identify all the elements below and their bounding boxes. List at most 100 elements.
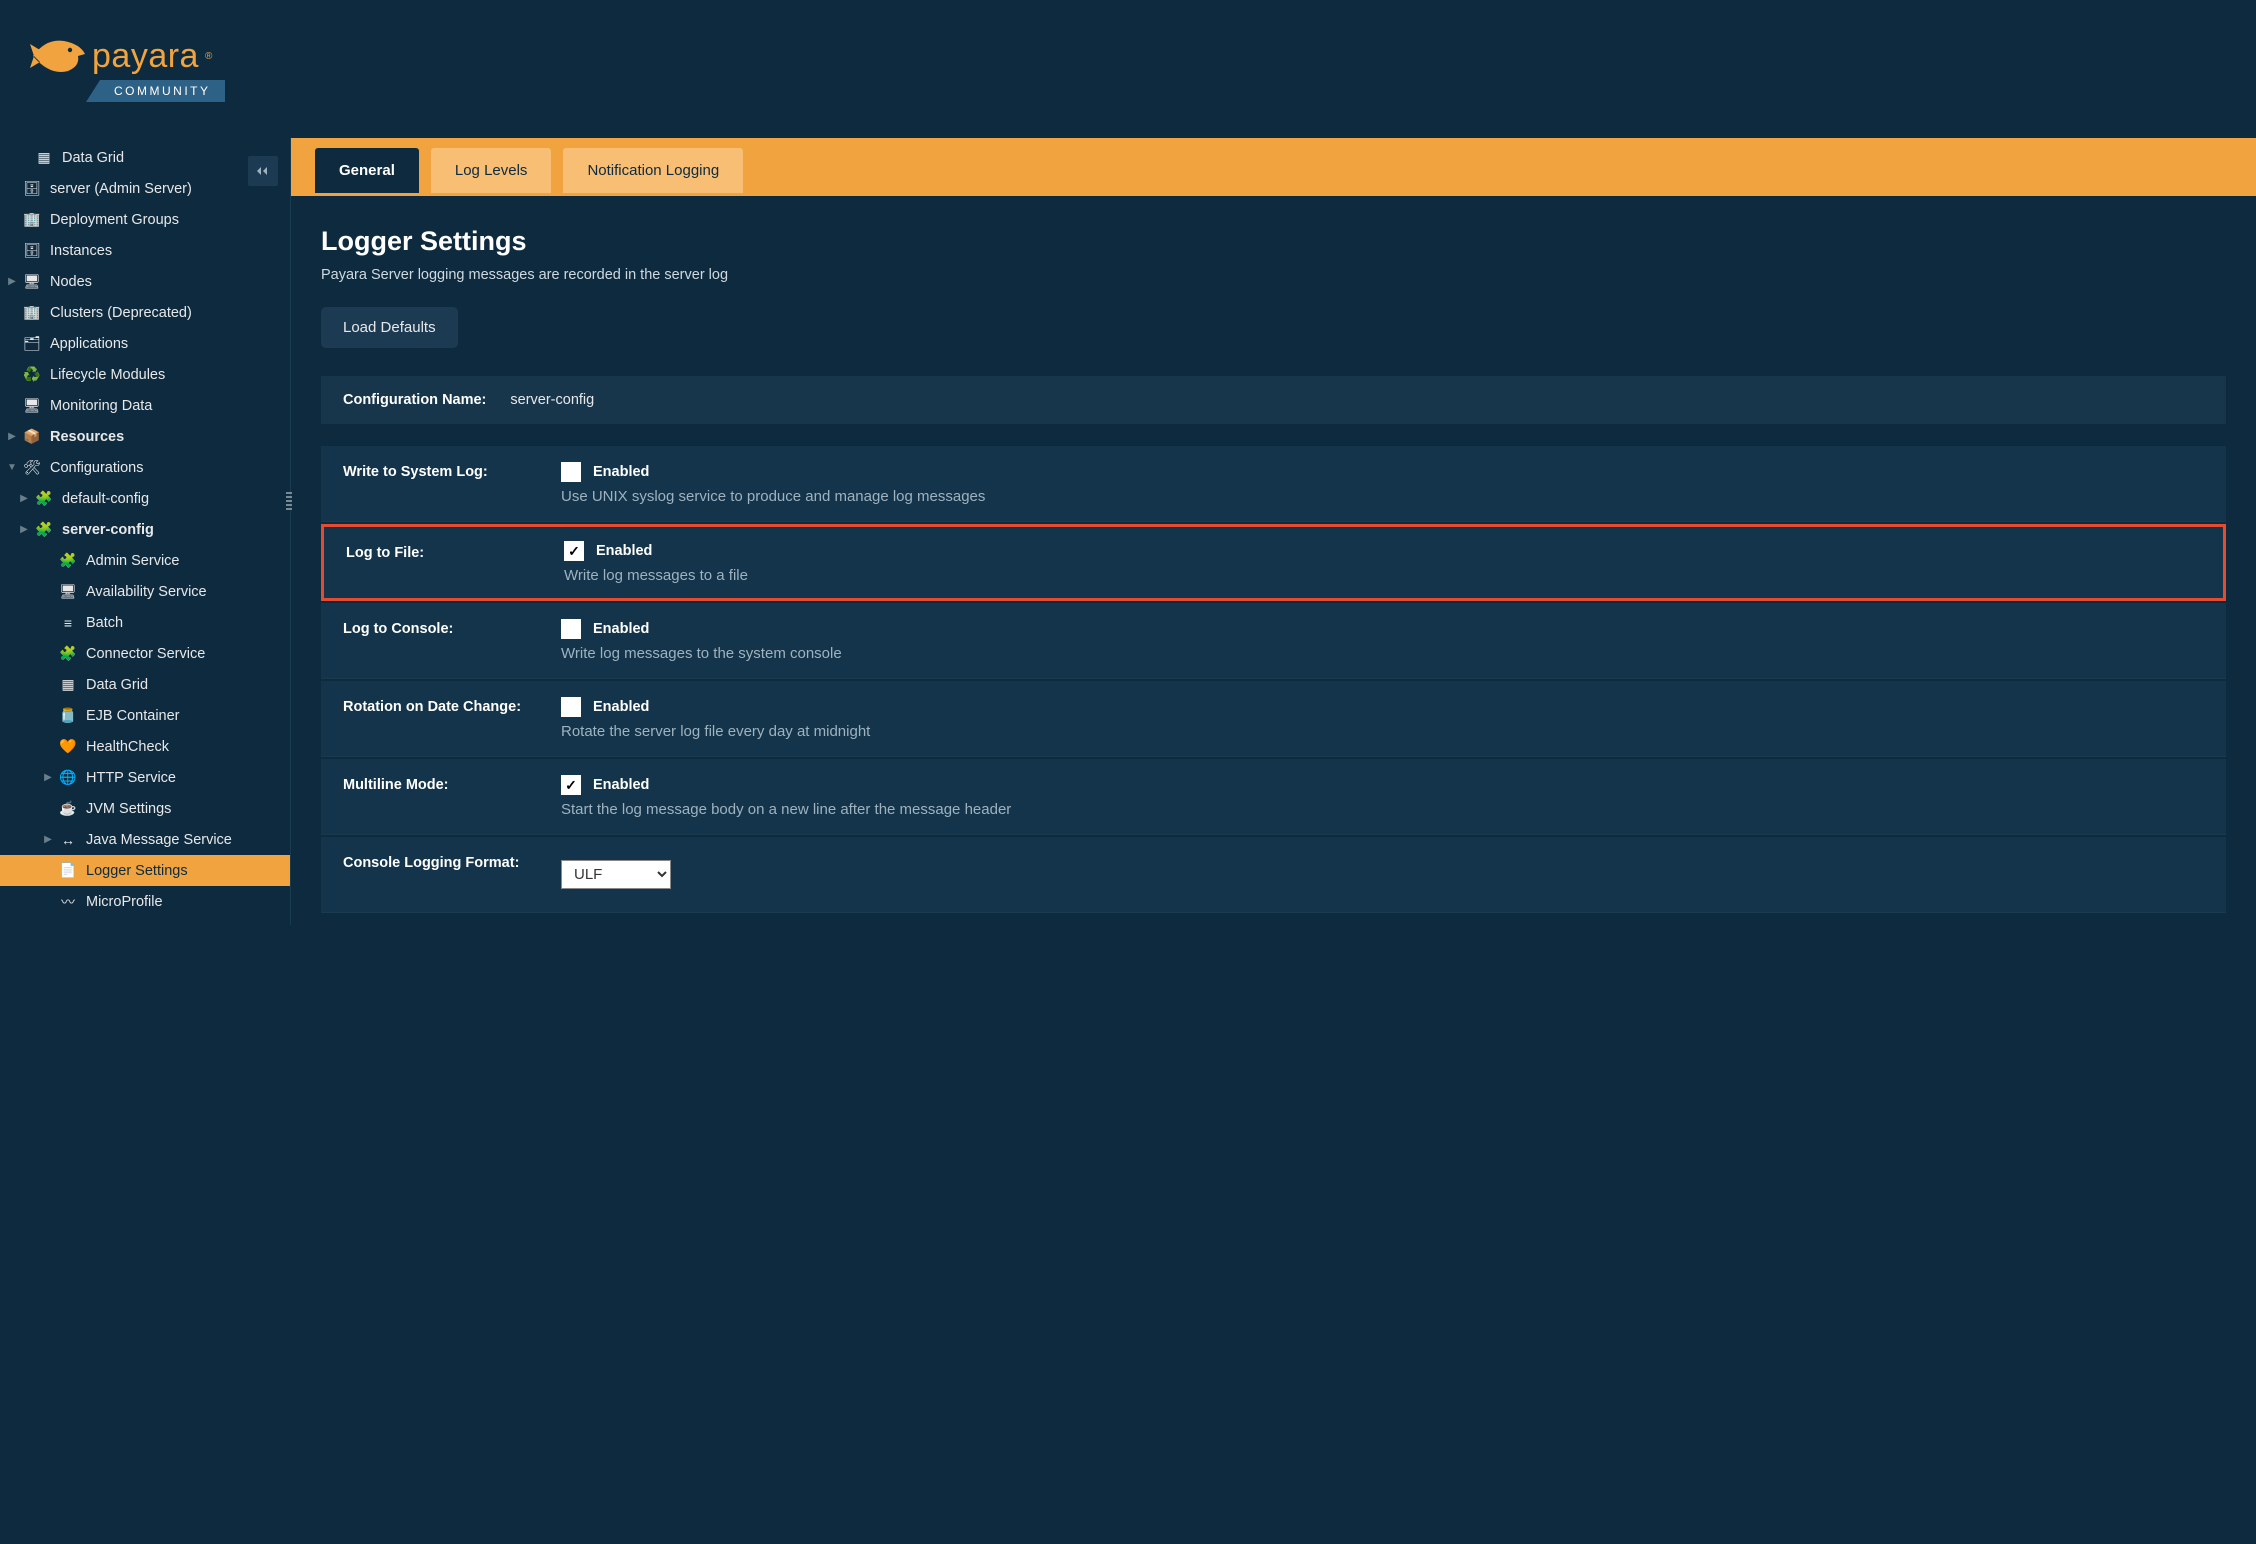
enabled-label: Enabled	[596, 543, 652, 559]
sidebar-item-default-config[interactable]: ▶ 🧩 default-config	[0, 483, 290, 514]
sidebar-item-availability-service[interactable]: 🖥 Availability Service	[0, 576, 290, 607]
setting-row-multiline-mode-: Multiline Mode:✓EnabledStart the log mes…	[321, 759, 2226, 835]
setting-description: Start the log message body on a new line…	[561, 801, 2216, 818]
sidebar-item-label: HealthCheck	[86, 739, 169, 755]
sidebar-item-deployment-groups[interactable]: 🏢Deployment Groups	[0, 204, 290, 235]
tree-node-icon: 🧩	[34, 490, 54, 507]
sidebar-item-label: Nodes	[50, 274, 92, 290]
tree-node-icon: 〰	[58, 892, 78, 912]
page-title: Logger Settings	[321, 226, 2226, 257]
sidebar-item-server-config[interactable]: ▶🧩server-config	[0, 514, 290, 545]
sidebar-item-label: Admin Service	[86, 553, 179, 569]
sidebar-item-jvm-settings[interactable]: ☕JVM Settings	[0, 793, 290, 824]
tree-arrow-icon: ▶	[42, 772, 54, 783]
sidebar-item-monitoring-data[interactable]: 🖥Monitoring Data	[0, 390, 290, 421]
sidebar-item-http-service[interactable]: ▶🌐HTTP Service	[0, 762, 290, 793]
sidebar-item-connector-service[interactable]: 🧩Connector Service	[0, 638, 290, 669]
sidebar-item-ejb-container[interactable]: 🫙EJB Container	[0, 700, 290, 731]
tree-arrow-icon: ▶	[42, 834, 54, 845]
tree-arrow-icon: ▼	[6, 462, 18, 473]
sidebar-item-instances[interactable]: 🗄Instances	[0, 235, 290, 266]
load-defaults-button[interactable]: Load Defaults	[321, 307, 458, 348]
sidebar-item-label: server (Admin Server)	[50, 181, 192, 197]
tab-notification-logging[interactable]: Notification Logging	[563, 148, 743, 193]
sidebar-item-server-admin-server-[interactable]: 🗄server (Admin Server)	[0, 173, 290, 204]
console-logging-format-select[interactable]: ULF	[561, 860, 671, 889]
tree-node-icon: 📦	[22, 428, 42, 445]
setting-row-log-to-console-: Log to Console: Enabled Write log messages…	[321, 603, 2226, 679]
sidebar-item-lifecycle-modules[interactable]: ♻️Lifecycle Modules	[0, 359, 290, 390]
sidebar-item-label: Batch	[86, 615, 123, 631]
enabled-label: Enabled	[593, 621, 649, 637]
enabled-label: Enabled	[593, 777, 649, 793]
tab-log-levels[interactable]: Log Levels	[431, 148, 552, 193]
config-name-value: server-config	[510, 392, 594, 408]
sidebar-item-data-grid[interactable]: ▦ Data Grid	[0, 142, 290, 173]
sidebar-item-batch[interactable]: ≡ Batch	[0, 607, 290, 638]
setting-value: EnabledRotate the server log file every …	[551, 681, 2226, 756]
sidebar-item-label: MicroProfile	[86, 894, 163, 910]
sidebar-item-healthcheck[interactable]: 🧡 HealthCheck	[0, 731, 290, 762]
setting-label: Log to Console:	[321, 603, 551, 678]
sidebar-item-logger-settings[interactable]: 📄Logger Settings	[0, 855, 290, 886]
checkbox[interactable]	[561, 697, 581, 717]
tab-general[interactable]: General	[315, 148, 419, 193]
enabled-label: Enabled	[593, 464, 649, 480]
checkbox[interactable]	[561, 619, 581, 639]
sidebar-item-label: Availability Service	[86, 584, 207, 600]
sidebar-item-microprofile[interactable]: 〰 MicroProfile	[0, 886, 290, 917]
tree-node-icon: 🖥	[58, 583, 78, 600]
setting-label: Write to System Log:	[321, 446, 551, 521]
sidebar-item-clusters-deprecated-[interactable]: 🏢Clusters (Deprecated)	[0, 297, 290, 328]
fish-icon	[30, 36, 86, 76]
tree-node-icon: ↔	[58, 832, 78, 848]
setting-row-write-to-system-log-: Write to System Log:EnabledUse UNIX sysl…	[321, 446, 2226, 522]
sidebar-item-label: Applications	[50, 336, 128, 352]
tree-node-icon: 🧡	[58, 738, 78, 755]
tab-bar: General Log LevelsNotification Logging	[291, 138, 2256, 196]
tree-node-icon: 🛠	[22, 459, 42, 476]
sidebar-item-label: Resources	[50, 429, 124, 445]
sidebar-item-admin-service[interactable]: 🧩 Admin Service	[0, 545, 290, 576]
sidebar-item-label: default-config	[62, 491, 149, 507]
tree-node-icon: 🧩	[58, 552, 78, 569]
tree-node-icon: 🌐	[58, 769, 78, 786]
tree-node-icon: ≡	[58, 615, 78, 631]
sidebar-item-configurations[interactable]: ▼🛠Configurations	[0, 452, 290, 483]
sidebar-item-applications[interactable]: 🗂Applications	[0, 328, 290, 359]
tree-node-icon: 🏢	[22, 304, 42, 321]
sidebar-item-java-message-service[interactable]: ▶↔Java Message Service	[0, 824, 290, 855]
checkbox[interactable]	[561, 462, 581, 482]
setting-value: ✓ Enabled Start the log message body on a …	[551, 759, 2226, 834]
config-name-label: Configuration Name:	[343, 392, 486, 408]
sidebar-item-data-grid[interactable]: ▦Data Grid	[0, 669, 290, 700]
tree-arrow-icon: ▶	[18, 524, 30, 535]
sidebar-item-label: Instances	[50, 243, 112, 259]
setting-description: Rotate the server log file every day at …	[561, 723, 2216, 740]
brand-logo: payara ® COMMUNITY	[30, 36, 225, 102]
setting-row-console-logging-format-: Console Logging Format: ULF	[321, 837, 2226, 913]
tree-node-icon: ▦	[58, 676, 78, 693]
registered-mark: ®	[205, 51, 212, 62]
setting-label: Console Logging Format:	[321, 837, 551, 912]
setting-value: ULF	[551, 837, 2226, 912]
sidebar-item-label: Logger Settings	[86, 863, 188, 879]
tree-node-icon: 🖥	[22, 397, 42, 414]
sidebar-item-label: Data Grid	[62, 150, 124, 166]
sidebar-resize-handle[interactable]	[286, 492, 292, 510]
main-content: General Log LevelsNotification Logging Lo…	[290, 138, 2256, 925]
sidebar-collapse-button[interactable]	[248, 156, 278, 186]
tree-node-icon: 🖥	[22, 273, 42, 290]
sidebar-item-label: JVM Settings	[86, 801, 171, 817]
tree-node-icon: 🏢	[22, 211, 42, 228]
sidebar-item-label: Lifecycle Modules	[50, 367, 165, 383]
checkbox[interactable]: ✓	[564, 541, 584, 561]
setting-label: Log to File:	[324, 527, 554, 598]
tree-arrow-icon: ▶	[18, 493, 30, 504]
checkbox[interactable]: ✓	[561, 775, 581, 795]
setting-description: Write log messages to the system console	[561, 645, 2216, 662]
tree-node-icon: ▦	[34, 149, 54, 166]
sidebar-item-nodes[interactable]: ▶🖥Nodes	[0, 266, 290, 297]
config-name-bar: Configuration Name: server-config	[321, 376, 2226, 424]
sidebar-item-resources[interactable]: ▶📦Resources	[0, 421, 290, 452]
